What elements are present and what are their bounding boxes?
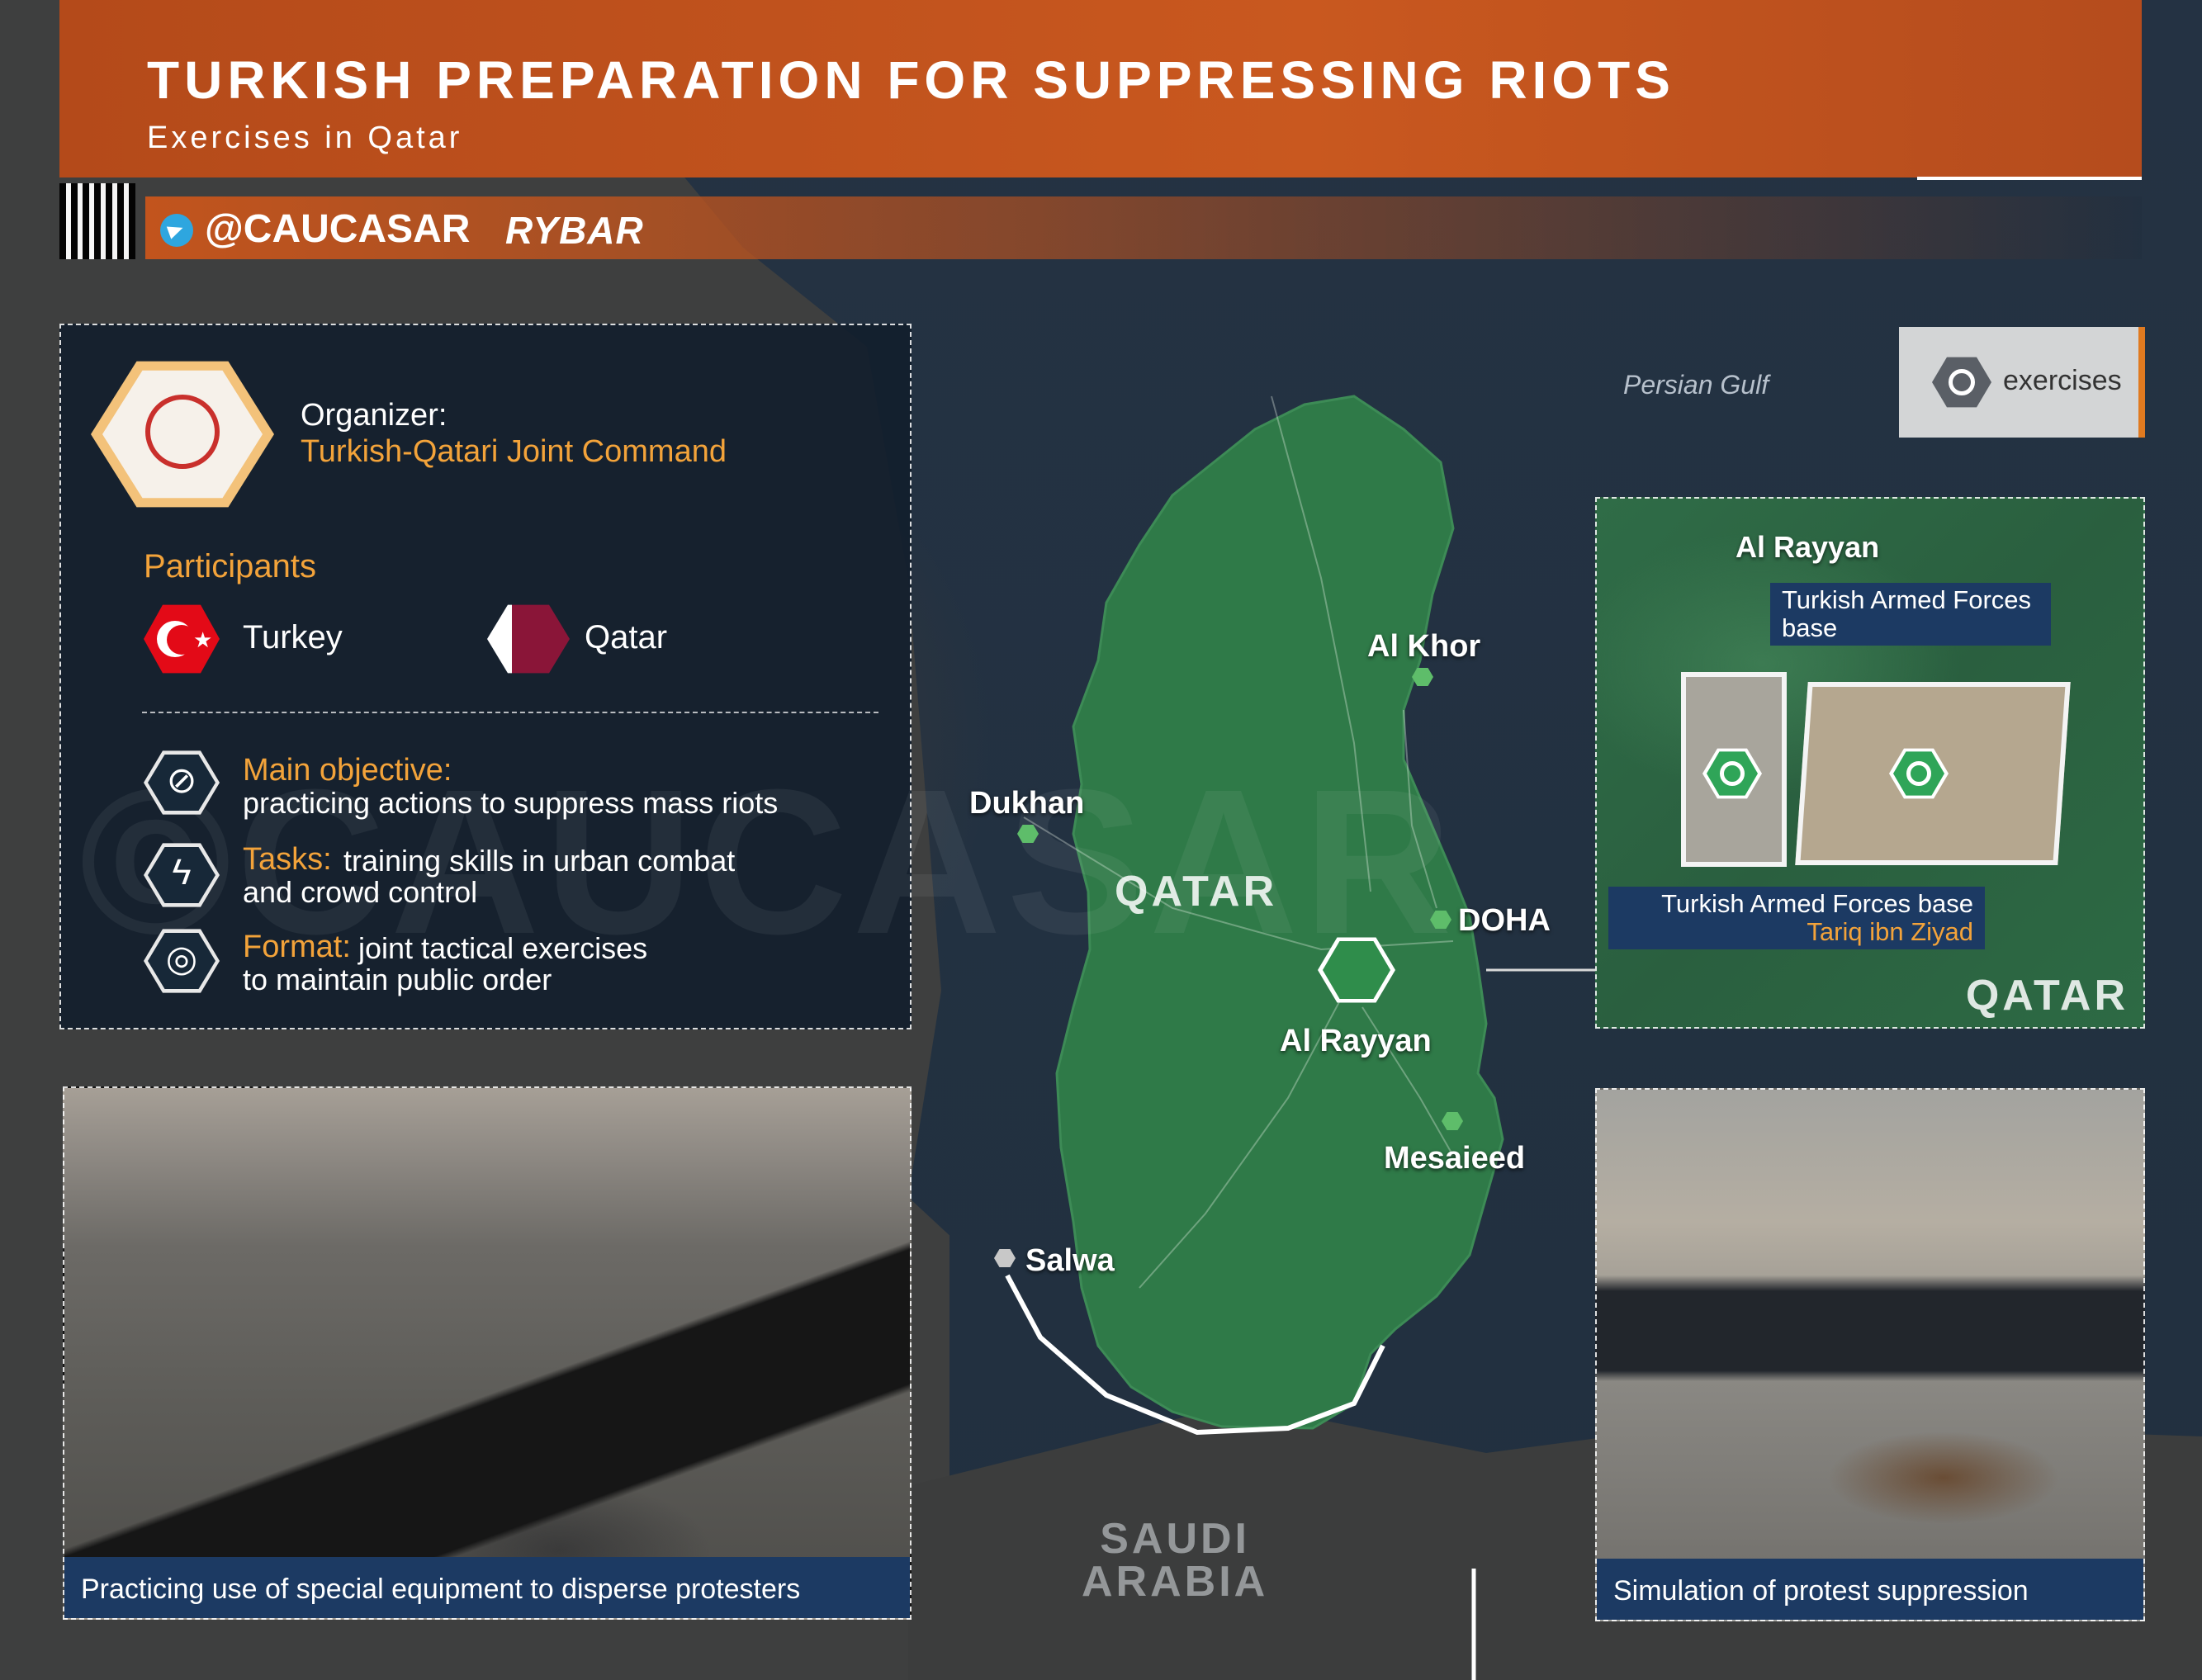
place-dukhan: Dukhan [969,786,1085,821]
page-subtitle: Exercises in Qatar [147,121,463,155]
base-a-target-icon [1707,751,1758,796]
inset-base-b-line2: Tariq ibn Ziyad [1807,917,1973,946]
channel-handle[interactable]: @CAUCASAR [205,206,470,252]
inset-base-a-line1: Turkish Armed Forces [1782,585,2032,614]
organizer-label: Organizer: [301,398,448,433]
inset-city-label: Al Rayyan [1736,530,1880,564]
brand-logo: RYBAR [505,209,644,252]
base-b-target-icon [1893,751,1944,796]
turkey-crescent-cut [167,625,197,655]
no-fist-icon: ⊘ [166,760,197,801]
place-doha: DOHA [1458,903,1551,938]
inset-base-a-label: Turkish Armed Forces base [1770,583,2051,646]
inset-base-a-line2: base [1782,613,1838,642]
map-country-label: QATAR [1115,868,1278,916]
turkey-star: ★ [193,627,213,652]
inset-base-b-label: Turkish Armed Forces base Tariq ibn Ziya… [1608,887,1985,949]
map-neighbor-label: SAUDI ARABIA [1082,1517,1268,1603]
infographic: TURKISH PREPARATION FOR SUPPRESSING RIOT… [0,0,2202,1680]
format-text-line2: to maintain public order [243,963,552,996]
target-icon: ◎ [165,939,198,979]
place-al-khor: Al Khor [1367,629,1481,664]
page-title: TURKISH PREPARATION FOR SUPPRESSING RIOT… [147,50,1675,110]
sea-label: Persian Gulf [1623,370,1769,400]
exercises-target-icon [1932,357,1991,408]
place-al-rayyan: Al Rayyan [1280,1024,1432,1058]
legend-label: exercises [2003,365,2122,396]
tasks-text-line1: training skills in urban combat [343,844,736,878]
tasks-text-line2: and crowd control [243,875,478,909]
organizer-value: Turkish-Qatari Joint Command [301,434,727,469]
format-label: Format: [243,930,351,964]
inset-base-b-line1: Turkish Armed Forces base [1661,889,1973,918]
neighbor-line2: ARABIA [1082,1558,1269,1606]
photo-water-cannon: Practicing use of special equipment to d… [63,1086,912,1620]
banner-accent-line [1917,177,2142,180]
format-text-line1: joint tactical exercises [358,931,648,965]
tasks-label: Tasks: [243,842,332,877]
objective-label: Main objective: [243,753,452,788]
inset-country-label: QATAR [1965,972,2129,1020]
participant-turkey: Turkey [243,619,343,655]
place-salwa: Salwa [1025,1243,1115,1278]
objective-text: practicing actions to suppress mass riot… [243,786,779,820]
qr-code-icon[interactable] [59,183,135,259]
place-mesaieed: Mesaieed [1384,1141,1526,1176]
photo2-caption: Simulation of protest suppression [1597,1559,2143,1620]
panel-divider [142,712,878,713]
legend: exercises [1899,327,2145,438]
inset-map: Al Rayyan Turkish Armed Forces base Turk… [1595,497,2145,1029]
participant-qatar: Qatar [585,619,668,655]
organizer-emblem-icon [145,395,220,469]
lightning-icon: ϟ [172,852,192,892]
telegram-icon [160,214,193,247]
participants-heading: Participants [144,548,316,584]
neighbor-line1: SAUDI [1100,1515,1250,1563]
photo1-caption: Practicing use of special equipment to d… [64,1557,910,1618]
photo-protest-simulation: Simulation of protest suppression [1595,1088,2145,1621]
